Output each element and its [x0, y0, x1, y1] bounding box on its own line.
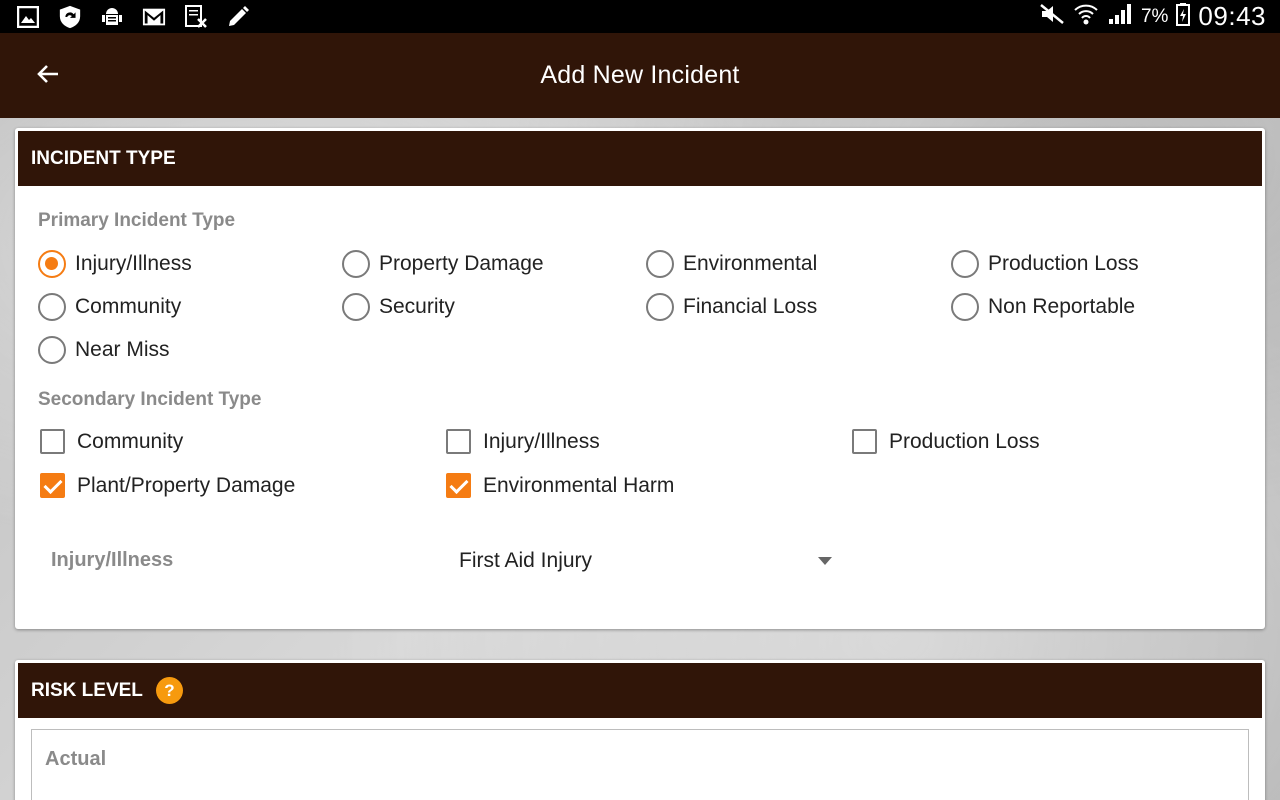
radio-button[interactable] — [38, 250, 66, 278]
radio-button[interactable] — [38, 293, 66, 321]
checkbox-label: Community — [77, 429, 184, 453]
secondary-incident-type-label: Secondary Incident Type — [38, 389, 262, 410]
checkbox[interactable] — [40, 429, 65, 454]
chevron-down-icon[interactable] — [818, 557, 832, 565]
signal-icon — [1107, 2, 1133, 32]
risk-level-header: RISK LEVEL ? — [18, 663, 1262, 718]
checkbox[interactable] — [446, 429, 471, 454]
risk-level-card: RISK LEVEL ? Actual — [15, 660, 1265, 800]
help-icon[interactable]: ? — [155, 677, 183, 704]
actual-risk-panel: Actual — [31, 729, 1249, 800]
radio-button[interactable] — [646, 293, 674, 321]
radio-button[interactable] — [342, 293, 370, 321]
radio-security[interactable]: Security — [342, 293, 455, 321]
app-bar: Add New Incident — [0, 33, 1280, 118]
radio-button[interactable] — [951, 250, 979, 278]
radio-label: Financial Loss — [683, 295, 818, 318]
radio-label: Non Reportable — [988, 295, 1136, 318]
checkbox-label: Environmental Harm — [483, 473, 675, 497]
battery-percent: 7% — [1140, 5, 1169, 27]
checkbox-injury-illness[interactable]: Injury/Illness — [445, 429, 600, 454]
checkbox-environmental-harm[interactable]: Environmental Harm — [445, 473, 674, 498]
checkbox-production-loss[interactable]: Production Loss — [851, 429, 1040, 454]
injury-illness-dropdown-label: Injury/Illness — [51, 549, 174, 571]
radio-community[interactable]: Community — [38, 293, 181, 321]
status-bar: 7% 09:43 — [0, 0, 1280, 33]
radio-button[interactable] — [951, 293, 979, 321]
notification-icons — [16, 4, 250, 29]
radio-financial-loss[interactable]: Financial Loss — [646, 293, 817, 321]
clock: 09:43 — [1198, 1, 1266, 31]
radio-label: Injury/Illness — [75, 252, 192, 275]
radio-button[interactable] — [342, 250, 370, 278]
radio-near-miss[interactable]: Near Miss — [38, 336, 170, 364]
radio-label: Security — [379, 295, 455, 318]
checkbox[interactable] — [40, 473, 65, 498]
gmail-icon — [142, 5, 166, 29]
mute-icon — [1039, 3, 1065, 31]
radio-label: Near Miss — [75, 338, 170, 361]
checkbox-label: Injury/Illness — [483, 429, 600, 453]
checkbox[interactable] — [852, 429, 877, 454]
incident-type-header: INCIDENT TYPE — [18, 131, 1262, 186]
shield-sync-icon — [58, 5, 82, 29]
radio-label: Property Damage — [379, 252, 544, 275]
checkbox-community[interactable]: Community — [39, 429, 183, 454]
pencil-icon — [226, 5, 250, 29]
radio-production-loss[interactable]: Production Loss — [951, 250, 1139, 278]
gallery-icon — [16, 5, 40, 29]
checkbox-label: Production Loss — [889, 429, 1040, 453]
wifi-icon — [1073, 2, 1099, 32]
radio-label: Community — [75, 295, 182, 318]
radio-button[interactable] — [38, 336, 66, 364]
radio-non-reportable[interactable]: Non Reportable — [951, 293, 1135, 321]
incident-type-card: INCIDENT TYPE Primary Incident Type Inju… — [15, 128, 1265, 629]
risk-level-title: RISK LEVEL — [31, 679, 143, 701]
radio-label: Production Loss — [988, 252, 1139, 275]
actual-label: Actual — [45, 748, 107, 770]
checkbox[interactable] — [446, 473, 471, 498]
battery-icon — [1176, 2, 1191, 32]
page-title: Add New Incident — [540, 61, 740, 89]
checkbox-plant-property-damage[interactable]: Plant/Property Damage — [39, 473, 295, 498]
radio-label: Environmental — [683, 252, 818, 275]
radio-injury-illness[interactable]: Injury/Illness — [38, 250, 192, 278]
system-status: 7% 09:43 — [1039, 1, 1266, 32]
primary-incident-type-label: Primary Incident Type — [38, 210, 236, 231]
android-debug-icon — [100, 5, 124, 29]
radio-environmental[interactable]: Environmental — [646, 250, 817, 278]
checkbox-label: Plant/Property Damage — [77, 473, 296, 497]
radio-property-damage[interactable]: Property Damage — [342, 250, 544, 278]
injury-type-dropdown[interactable]: First Aid Injury — [459, 549, 839, 577]
radio-button[interactable] — [646, 250, 674, 278]
document-x-icon — [184, 4, 208, 29]
